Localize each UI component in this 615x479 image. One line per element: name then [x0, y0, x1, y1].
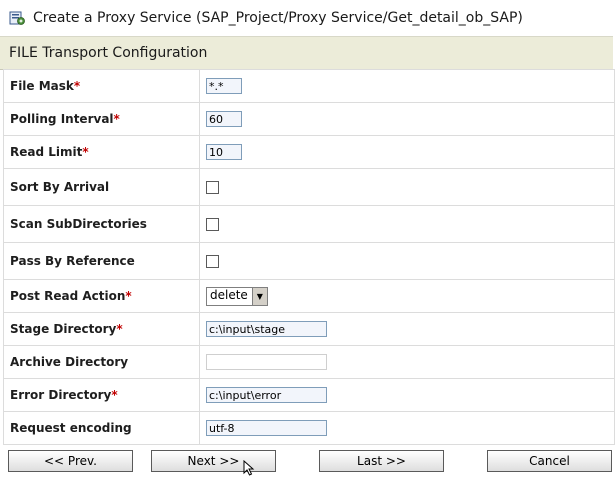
- read-limit-input[interactable]: [206, 144, 242, 160]
- form-row-polling-interval: Polling Interval*: [3, 102, 615, 136]
- prev-button[interactable]: << Prev.: [8, 450, 133, 472]
- request-encoding-input[interactable]: [206, 420, 327, 436]
- polling-interval-input[interactable]: [206, 111, 242, 127]
- pass-by-reference-label: Pass By Reference: [3, 242, 200, 280]
- transport-config-form: File Mask* Polling Interval* Read Limit*…: [3, 69, 615, 445]
- post-read-action-select[interactable]: delete ▼: [206, 286, 268, 306]
- form-row-read-limit: Read Limit*: [3, 135, 615, 169]
- next-button[interactable]: Next >>: [151, 450, 276, 472]
- form-row-stage-directory: Stage Directory*: [3, 312, 615, 346]
- required-marker: *: [111, 388, 118, 402]
- stage-directory-input[interactable]: [206, 321, 327, 337]
- form-row-scan-subdirectories: Scan SubDirectories: [3, 205, 615, 243]
- form-row-sort-by-arrival: Sort By Arrival: [3, 168, 615, 206]
- required-marker: *: [116, 322, 123, 336]
- sort-by-arrival-checkbox[interactable]: [206, 181, 219, 194]
- post-read-action-label: Post Read Action*: [3, 279, 200, 313]
- sort-by-arrival-label: Sort By Arrival: [3, 168, 200, 206]
- proxy-service-icon: [9, 10, 25, 26]
- form-row-file-mask: File Mask*: [3, 69, 615, 103]
- file-mask-label: File Mask*: [3, 69, 200, 103]
- required-marker: *: [125, 289, 132, 303]
- form-row-archive-directory: Archive Directory: [3, 345, 615, 379]
- archive-directory-label: Archive Directory: [3, 345, 200, 379]
- title-bar: Create a Proxy Service (SAP_Project/Prox…: [0, 0, 615, 36]
- polling-interval-label: Polling Interval*: [3, 102, 200, 136]
- stage-directory-label: Stage Directory*: [3, 312, 200, 346]
- error-directory-input[interactable]: [206, 387, 327, 403]
- error-directory-label: Error Directory*: [3, 378, 200, 412]
- section-title: FILE Transport Configuration: [9, 45, 208, 61]
- page-title: Create a Proxy Service (SAP_Project/Prox…: [33, 10, 523, 26]
- request-encoding-label: Request encoding: [3, 411, 200, 445]
- post-read-action-value: delete: [210, 287, 248, 302]
- form-row-request-encoding: Request encoding: [3, 411, 615, 445]
- pass-by-reference-checkbox[interactable]: [206, 255, 219, 268]
- last-button[interactable]: Last >>: [319, 450, 444, 472]
- form-row-error-directory: Error Directory*: [3, 378, 615, 412]
- read-limit-label: Read Limit*: [3, 135, 200, 169]
- chevron-down-icon[interactable]: ▼: [251, 287, 267, 305]
- file-mask-input[interactable]: [206, 78, 242, 94]
- form-row-post-read-action: Post Read Action* delete ▼: [3, 279, 615, 313]
- form-row-pass-by-reference: Pass By Reference: [3, 242, 615, 280]
- required-marker: *: [82, 145, 89, 159]
- archive-directory-input[interactable]: [206, 354, 327, 370]
- section-header: FILE Transport Configuration: [0, 36, 613, 70]
- cancel-button[interactable]: Cancel: [487, 450, 612, 472]
- required-marker: *: [113, 112, 120, 126]
- required-marker: *: [73, 79, 81, 93]
- mouse-cursor-icon: [243, 459, 255, 476]
- scan-subdirectories-checkbox[interactable]: [206, 218, 219, 231]
- scan-subdirectories-label: Scan SubDirectories: [3, 205, 200, 243]
